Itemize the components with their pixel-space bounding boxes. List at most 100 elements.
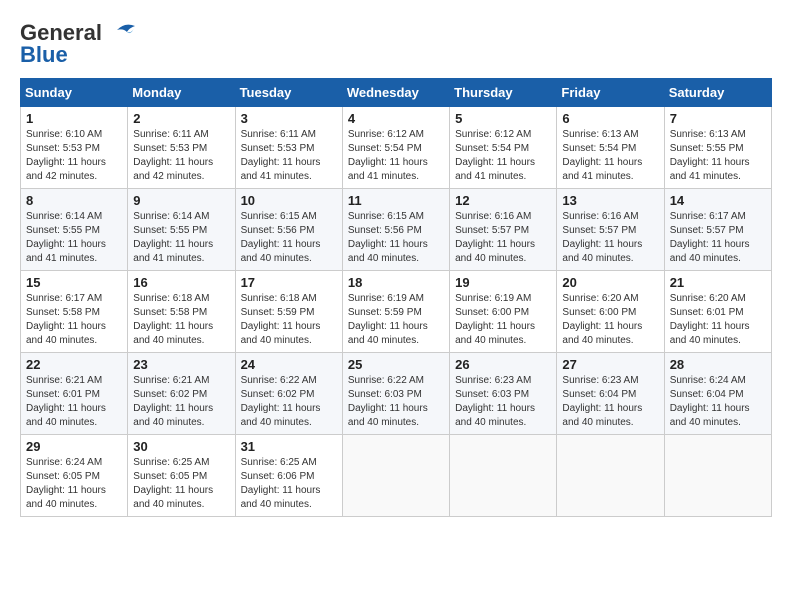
day-info: Sunrise: 6:18 AM Sunset: 5:59 PM Dayligh…	[241, 292, 337, 348]
day-info: Sunrise: 6:20 AM Sunset: 6:00 PM Dayligh…	[562, 292, 658, 348]
calendar-cell: 14 Sunrise: 6:17 AM Sunset: 5:57 PM Dayl…	[664, 189, 771, 271]
calendar-cell: 28 Sunrise: 6:24 AM Sunset: 6:04 PM Dayl…	[664, 353, 771, 435]
calendar-cell: 9 Sunrise: 6:14 AM Sunset: 5:55 PM Dayli…	[128, 189, 235, 271]
calendar-cell: 2 Sunrise: 6:11 AM Sunset: 5:53 PM Dayli…	[128, 107, 235, 189]
calendar-cell: 5 Sunrise: 6:12 AM Sunset: 5:54 PM Dayli…	[450, 107, 557, 189]
calendar-cell: 30 Sunrise: 6:25 AM Sunset: 6:05 PM Dayl…	[128, 435, 235, 517]
day-number: 9	[133, 193, 229, 208]
day-info: Sunrise: 6:17 AM Sunset: 5:57 PM Dayligh…	[670, 210, 766, 266]
calendar-cell	[557, 435, 664, 517]
day-number: 7	[670, 111, 766, 126]
calendar-table: SundayMondayTuesdayWednesdayThursdayFrid…	[20, 78, 772, 517]
calendar-week-row: 15 Sunrise: 6:17 AM Sunset: 5:58 PM Dayl…	[21, 271, 772, 353]
day-number: 1	[26, 111, 122, 126]
calendar-cell: 16 Sunrise: 6:18 AM Sunset: 5:58 PM Dayl…	[128, 271, 235, 353]
day-info: Sunrise: 6:21 AM Sunset: 6:02 PM Dayligh…	[133, 374, 229, 430]
calendar-cell	[342, 435, 449, 517]
day-info: Sunrise: 6:11 AM Sunset: 5:53 PM Dayligh…	[133, 128, 229, 184]
day-info: Sunrise: 6:25 AM Sunset: 6:05 PM Dayligh…	[133, 456, 229, 512]
calendar-cell: 25 Sunrise: 6:22 AM Sunset: 6:03 PM Dayl…	[342, 353, 449, 435]
day-info: Sunrise: 6:12 AM Sunset: 5:54 PM Dayligh…	[455, 128, 551, 184]
day-info: Sunrise: 6:14 AM Sunset: 5:55 PM Dayligh…	[26, 210, 122, 266]
day-number: 16	[133, 275, 229, 290]
page-header: General Blue	[20, 20, 772, 68]
calendar-cell: 22 Sunrise: 6:21 AM Sunset: 6:01 PM Dayl…	[21, 353, 128, 435]
calendar-week-row: 29 Sunrise: 6:24 AM Sunset: 6:05 PM Dayl…	[21, 435, 772, 517]
calendar-cell: 17 Sunrise: 6:18 AM Sunset: 5:59 PM Dayl…	[235, 271, 342, 353]
calendar-cell: 3 Sunrise: 6:11 AM Sunset: 5:53 PM Dayli…	[235, 107, 342, 189]
day-info: Sunrise: 6:15 AM Sunset: 5:56 PM Dayligh…	[241, 210, 337, 266]
day-number: 10	[241, 193, 337, 208]
day-info: Sunrise: 6:19 AM Sunset: 6:00 PM Dayligh…	[455, 292, 551, 348]
calendar-cell: 19 Sunrise: 6:19 AM Sunset: 6:00 PM Dayl…	[450, 271, 557, 353]
calendar-cell: 8 Sunrise: 6:14 AM Sunset: 5:55 PM Dayli…	[21, 189, 128, 271]
day-info: Sunrise: 6:13 AM Sunset: 5:54 PM Dayligh…	[562, 128, 658, 184]
day-number: 21	[670, 275, 766, 290]
calendar-cell: 11 Sunrise: 6:15 AM Sunset: 5:56 PM Dayl…	[342, 189, 449, 271]
calendar-cell: 4 Sunrise: 6:12 AM Sunset: 5:54 PM Dayli…	[342, 107, 449, 189]
day-info: Sunrise: 6:22 AM Sunset: 6:02 PM Dayligh…	[241, 374, 337, 430]
calendar-cell: 10 Sunrise: 6:15 AM Sunset: 5:56 PM Dayl…	[235, 189, 342, 271]
calendar-cell: 7 Sunrise: 6:13 AM Sunset: 5:55 PM Dayli…	[664, 107, 771, 189]
weekday-header: Wednesday	[342, 79, 449, 107]
day-number: 31	[241, 439, 337, 454]
day-number: 8	[26, 193, 122, 208]
day-info: Sunrise: 6:12 AM Sunset: 5:54 PM Dayligh…	[348, 128, 444, 184]
calendar-cell	[664, 435, 771, 517]
calendar-cell: 20 Sunrise: 6:20 AM Sunset: 6:00 PM Dayl…	[557, 271, 664, 353]
day-number: 20	[562, 275, 658, 290]
day-number: 19	[455, 275, 551, 290]
day-info: Sunrise: 6:22 AM Sunset: 6:03 PM Dayligh…	[348, 374, 444, 430]
calendar-cell: 12 Sunrise: 6:16 AM Sunset: 5:57 PM Dayl…	[450, 189, 557, 271]
logo-blue: Blue	[20, 42, 68, 68]
day-number: 26	[455, 357, 551, 372]
calendar-week-row: 8 Sunrise: 6:14 AM Sunset: 5:55 PM Dayli…	[21, 189, 772, 271]
day-number: 28	[670, 357, 766, 372]
weekday-header: Sunday	[21, 79, 128, 107]
day-number: 30	[133, 439, 229, 454]
day-number: 11	[348, 193, 444, 208]
weekday-header: Saturday	[664, 79, 771, 107]
day-info: Sunrise: 6:16 AM Sunset: 5:57 PM Dayligh…	[455, 210, 551, 266]
day-number: 17	[241, 275, 337, 290]
day-info: Sunrise: 6:13 AM Sunset: 5:55 PM Dayligh…	[670, 128, 766, 184]
calendar-header-row: SundayMondayTuesdayWednesdayThursdayFrid…	[21, 79, 772, 107]
day-number: 14	[670, 193, 766, 208]
day-number: 3	[241, 111, 337, 126]
calendar-week-row: 1 Sunrise: 6:10 AM Sunset: 5:53 PM Dayli…	[21, 107, 772, 189]
logo-bird-icon	[107, 22, 137, 44]
calendar-cell	[450, 435, 557, 517]
day-info: Sunrise: 6:25 AM Sunset: 6:06 PM Dayligh…	[241, 456, 337, 512]
day-number: 18	[348, 275, 444, 290]
calendar-cell: 13 Sunrise: 6:16 AM Sunset: 5:57 PM Dayl…	[557, 189, 664, 271]
day-info: Sunrise: 6:24 AM Sunset: 6:05 PM Dayligh…	[26, 456, 122, 512]
day-number: 6	[562, 111, 658, 126]
weekday-header: Friday	[557, 79, 664, 107]
calendar-cell: 24 Sunrise: 6:22 AM Sunset: 6:02 PM Dayl…	[235, 353, 342, 435]
weekday-header: Tuesday	[235, 79, 342, 107]
day-number: 5	[455, 111, 551, 126]
day-info: Sunrise: 6:23 AM Sunset: 6:04 PM Dayligh…	[562, 374, 658, 430]
day-number: 24	[241, 357, 337, 372]
calendar-cell: 21 Sunrise: 6:20 AM Sunset: 6:01 PM Dayl…	[664, 271, 771, 353]
weekday-header: Monday	[128, 79, 235, 107]
day-number: 22	[26, 357, 122, 372]
day-info: Sunrise: 6:17 AM Sunset: 5:58 PM Dayligh…	[26, 292, 122, 348]
weekday-header: Thursday	[450, 79, 557, 107]
calendar-cell: 29 Sunrise: 6:24 AM Sunset: 6:05 PM Dayl…	[21, 435, 128, 517]
day-number: 4	[348, 111, 444, 126]
day-number: 13	[562, 193, 658, 208]
calendar-cell: 6 Sunrise: 6:13 AM Sunset: 5:54 PM Dayli…	[557, 107, 664, 189]
day-info: Sunrise: 6:11 AM Sunset: 5:53 PM Dayligh…	[241, 128, 337, 184]
day-number: 23	[133, 357, 229, 372]
day-info: Sunrise: 6:18 AM Sunset: 5:58 PM Dayligh…	[133, 292, 229, 348]
calendar-cell: 31 Sunrise: 6:25 AM Sunset: 6:06 PM Dayl…	[235, 435, 342, 517]
day-info: Sunrise: 6:21 AM Sunset: 6:01 PM Dayligh…	[26, 374, 122, 430]
calendar-cell: 15 Sunrise: 6:17 AM Sunset: 5:58 PM Dayl…	[21, 271, 128, 353]
day-info: Sunrise: 6:16 AM Sunset: 5:57 PM Dayligh…	[562, 210, 658, 266]
calendar-cell: 1 Sunrise: 6:10 AM Sunset: 5:53 PM Dayli…	[21, 107, 128, 189]
day-info: Sunrise: 6:14 AM Sunset: 5:55 PM Dayligh…	[133, 210, 229, 266]
day-info: Sunrise: 6:19 AM Sunset: 5:59 PM Dayligh…	[348, 292, 444, 348]
day-number: 15	[26, 275, 122, 290]
day-number: 12	[455, 193, 551, 208]
